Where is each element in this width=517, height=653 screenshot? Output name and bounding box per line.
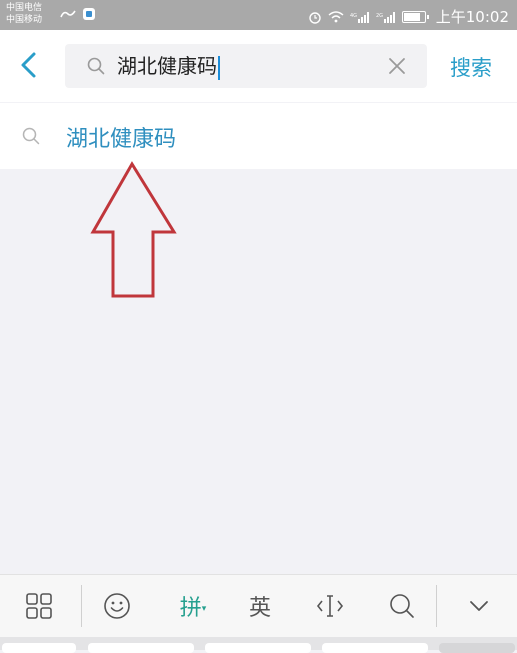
search-header: 湖北健康码 搜索: [0, 30, 517, 102]
emoji-icon: [104, 593, 130, 619]
close-icon: [389, 58, 405, 74]
search-input-value: 湖北健康码: [117, 54, 217, 78]
status-right: 4G 2G 上午10:02: [308, 6, 509, 27]
toolbar-divider: [436, 585, 437, 627]
notification-icon: [60, 8, 76, 20]
back-button[interactable]: [14, 50, 44, 80]
search-input[interactable]: 湖北健康码: [117, 52, 220, 80]
keyboard-search-button[interactable]: [377, 575, 427, 637]
signal-4g-icon: 4G: [350, 11, 370, 23]
search-suggestion-item[interactable]: 湖北健康码: [0, 103, 517, 169]
keyboard-toolbar: 拼▾ 英: [0, 574, 517, 637]
carrier-info: 中国电信 中国移动: [6, 2, 42, 26]
suggestion-text: 湖北健康码: [66, 127, 177, 152]
pinyin-mode-button[interactable]: 拼▾: [168, 575, 218, 637]
english-label: 英: [248, 596, 271, 621]
cursor-move-button[interactable]: [305, 575, 355, 637]
svg-text:2G: 2G: [376, 13, 383, 19]
hide-keyboard-button[interactable]: [454, 575, 504, 637]
alarm-icon: [308, 10, 322, 24]
clear-button[interactable]: [387, 56, 407, 76]
red-arrow-annotation: [90, 161, 177, 298]
grid-icon: [26, 593, 52, 619]
chevron-down-icon: [470, 601, 488, 611]
keyboard-key[interactable]: [2, 643, 76, 653]
search-button[interactable]: 搜索: [450, 52, 492, 82]
signal-2g-icon: 2G: [376, 11, 396, 23]
cursor-edit-icon: [316, 595, 344, 617]
status-time: 上午10:02: [435, 8, 509, 26]
text-caret: [218, 55, 220, 80]
shield-app-icon: [82, 7, 96, 21]
dropdown-triangle-icon: ▾: [201, 604, 207, 614]
status-bar: 中国电信 中国移动 4G 2G 上午10:02: [0, 0, 517, 30]
search-icon: [22, 127, 40, 149]
keyboard-key[interactable]: [88, 643, 194, 653]
keyboard-key[interactable]: [439, 643, 515, 653]
svg-text:4G: 4G: [350, 13, 357, 19]
emoji-button[interactable]: [92, 575, 142, 637]
toolbar-divider: [81, 585, 82, 627]
english-mode-button[interactable]: 英: [235, 575, 285, 637]
carrier-2: 中国移动: [6, 15, 43, 25]
search-box[interactable]: 湖北健康码: [65, 44, 427, 88]
keyboard-menu-button[interactable]: [14, 575, 64, 637]
keyboard-keys-row: [0, 637, 517, 653]
pinyin-label: 拼: [179, 596, 202, 621]
wifi-icon: [328, 10, 344, 23]
status-left-icons: [60, 7, 96, 21]
battery-icon: [401, 10, 429, 23]
search-icon: [390, 594, 414, 618]
chevron-left-icon: [21, 52, 36, 78]
keyboard-key[interactable]: [205, 643, 311, 653]
carrier-1: 中国电信: [6, 3, 43, 13]
search-icon: [87, 57, 105, 79]
keyboard-key[interactable]: [322, 643, 428, 653]
